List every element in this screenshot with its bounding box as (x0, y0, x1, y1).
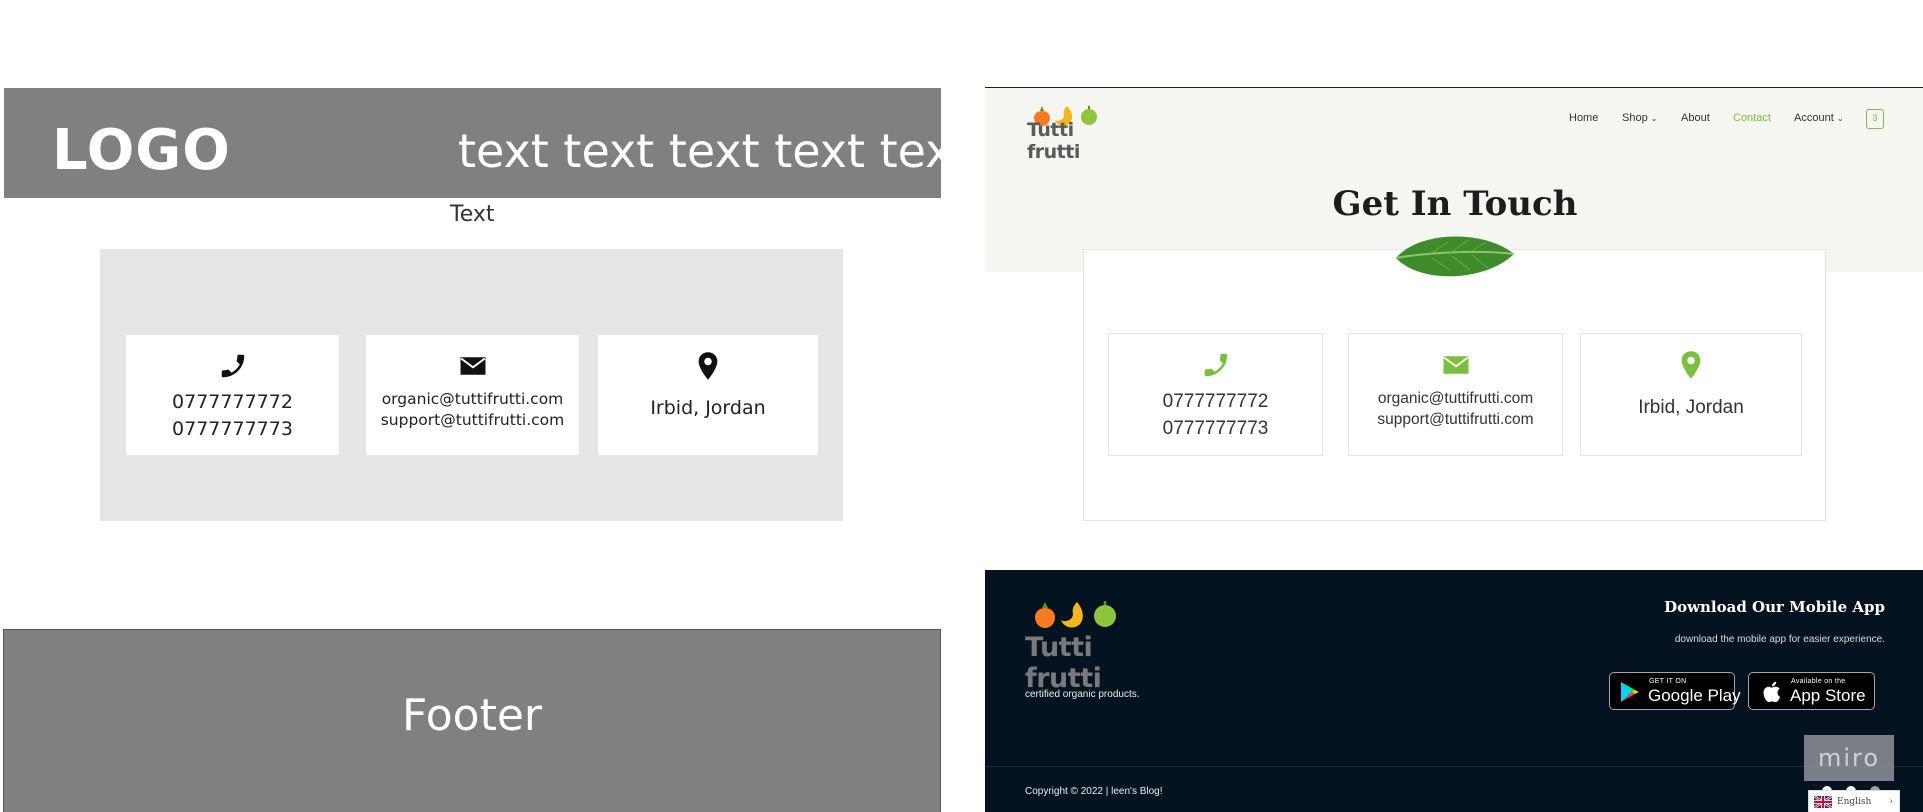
wireframe-email-2: support@tuttifrutti.com (380, 411, 565, 429)
contact-card-location: Irbid, Jordan (1580, 333, 1802, 456)
brand-logo[interactable]: Tutti frutti (1025, 97, 1125, 163)
envelope-icon (1443, 356, 1468, 374)
email-organic[interactable]: organic@tuttifrutti.com (1349, 388, 1562, 409)
miro-watermark: miro (1804, 735, 1894, 781)
download-app-subtitle: download the mobile app for easier exper… (1674, 634, 1885, 645)
wireframe-email-1: organic@tuttifrutti.com (381, 390, 564, 408)
contact-card-email: organic@tuttifrutti.com support@tuttifru… (1348, 333, 1563, 456)
phone-icon (1204, 353, 1227, 377)
language-label: English (1837, 797, 1872, 807)
language-selector[interactable]: English › (1808, 790, 1900, 812)
cart-icon[interactable]: 3 (1866, 109, 1884, 129)
nav-about[interactable]: About (1681, 112, 1710, 124)
footer-copyright: Copyright © 2022 | leen's Blog! (1025, 786, 1163, 797)
page-title: Get In Touch (1332, 184, 1578, 224)
phone-number-1: 0777777772 (1162, 391, 1269, 412)
map-pin-icon (698, 352, 718, 380)
apple-icon (1763, 681, 1781, 703)
footer-brand-logo[interactable]: Tutti frutti (1025, 598, 1165, 694)
leaf-icon (1395, 236, 1515, 277)
chevron-right-icon: › (1889, 797, 1893, 807)
envelope-icon (460, 357, 485, 375)
chevron-down-icon: ⌄ (1650, 114, 1658, 123)
wireframe-card-email: organic@tuttifrutti.com support@tuttifru… (366, 335, 579, 455)
nav-account[interactable]: Account ⌄ (1794, 112, 1844, 124)
footer-divider (985, 766, 1923, 767)
wireframe-location: Irbid, Jordan (650, 397, 766, 419)
nav-account-label: Account (1794, 112, 1834, 124)
phone-number-2: 0777777773 (1162, 418, 1269, 439)
footer-certified-text: certified organic products. (1025, 689, 1140, 700)
footer-brand-name: Tutti frutti (1025, 632, 1102, 694)
wireframe-card-phone: 0777777772 0777777773 (126, 335, 339, 455)
contact-card-phone: 0777777772 0777777773 (1108, 333, 1323, 456)
email-support[interactable]: support@tuttifrutti.com (1349, 409, 1562, 430)
wireframe-phone-2: 0777777773 (172, 418, 293, 440)
wireframe-footer-label: Footer (402, 690, 542, 741)
google-play-label: Google Play (1648, 686, 1741, 705)
nav-shop[interactable]: Shop ⌄ (1622, 112, 1657, 124)
app-store-label: App Store (1790, 686, 1866, 705)
wireframe-nav-text: text text text text text (458, 124, 971, 178)
map-pin-icon (1681, 351, 1701, 379)
google-play-icon (1621, 682, 1639, 702)
nav-contact[interactable]: Contact (1733, 112, 1771, 124)
nav-shop-label: Shop (1622, 112, 1648, 124)
brand-name: Tutti frutti (1027, 119, 1080, 163)
google-play-button[interactable]: GET IT ON Google Play (1609, 672, 1741, 710)
app-store-small: Available on the (1791, 678, 1846, 685)
download-app-title: Download Our Mobile App (1664, 598, 1885, 616)
phone-icon (221, 354, 244, 378)
uk-flag-icon (1814, 796, 1832, 808)
google-play-small: GET IT ON (1649, 678, 1687, 685)
wireframe-phone-1: 0777777772 (172, 391, 293, 413)
wireframe-subtitle: Text (450, 202, 495, 227)
location-text: Irbid, Jordan (1638, 397, 1744, 418)
wireframe-logo: LOGO (52, 118, 231, 183)
nav-home[interactable]: Home (1569, 112, 1598, 124)
wireframe-card-location: Irbid, Jordan (598, 335, 818, 455)
app-store-button[interactable]: Available on the App Store (1748, 672, 1875, 710)
chevron-down-icon: ⌄ (1836, 114, 1844, 123)
